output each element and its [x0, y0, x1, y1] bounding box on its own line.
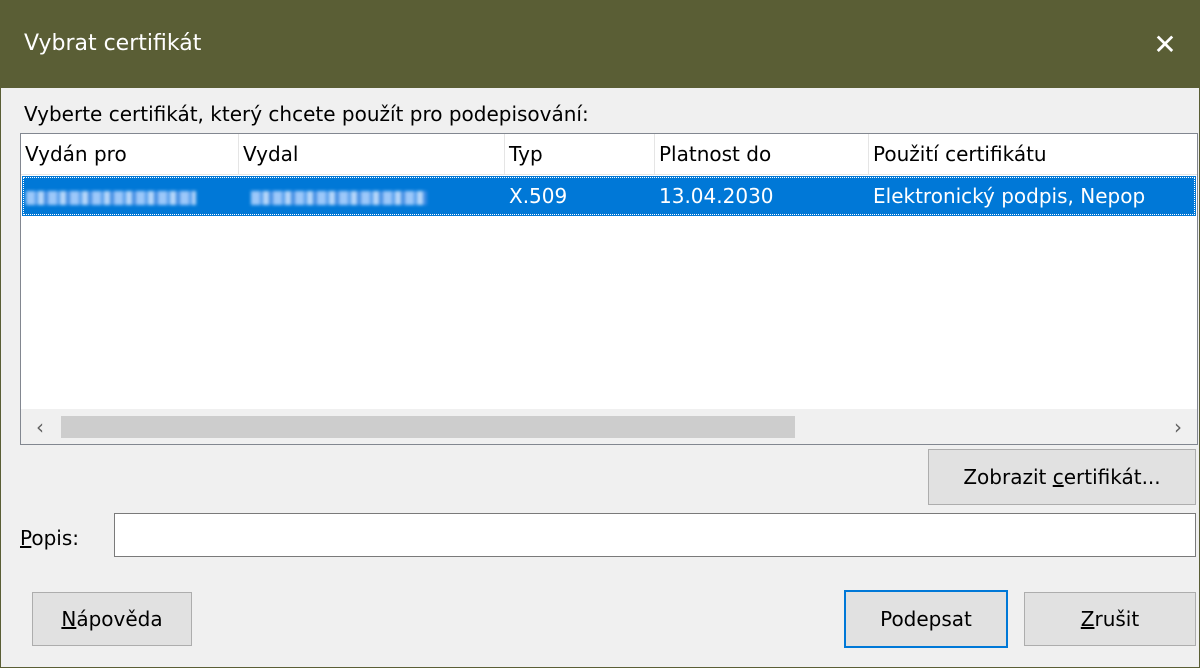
- close-button[interactable]: ✕: [1130, 0, 1200, 88]
- column-header-usage[interactable]: Použití certifikátu: [869, 134, 1197, 174]
- cell-issued-by: [239, 176, 505, 216]
- dialog-title: Vybrat certifikát: [24, 31, 202, 56]
- redacted-text: [251, 190, 427, 205]
- cell-issued-to: [22, 176, 240, 216]
- horizontal-scrollbar[interactable]: ‹ ›: [21, 409, 1197, 444]
- help-label: Nápověda: [61, 607, 163, 631]
- column-header-issued-by[interactable]: Vydal: [239, 134, 505, 174]
- scroll-left-button[interactable]: ‹: [23, 410, 57, 444]
- cell-valid-until: 13.04.2030: [659, 184, 774, 208]
- help-button[interactable]: Nápověda: [32, 592, 192, 646]
- scroll-right-button[interactable]: ›: [1161, 410, 1195, 444]
- chevron-right-icon: ›: [1174, 415, 1182, 439]
- column-header-valid-until[interactable]: Platnost do: [655, 134, 869, 174]
- description-label: Popis:: [20, 526, 80, 550]
- cancel-button[interactable]: Zrušit: [1024, 592, 1196, 646]
- sign-button[interactable]: Podepsat: [844, 590, 1008, 648]
- scroll-thumb[interactable]: [61, 416, 795, 438]
- view-certificate-button[interactable]: Zobrazit certifikát...: [928, 449, 1196, 505]
- cancel-label: Zrušit: [1080, 607, 1140, 631]
- cell-usage: Elektronický podpis, Nepop: [873, 184, 1146, 208]
- redacted-text: [26, 190, 196, 205]
- cell-type: X.509: [509, 184, 568, 208]
- close-icon: ✕: [1153, 27, 1177, 61]
- chevron-left-icon: ‹: [36, 415, 44, 439]
- list-header: Vydán pro Vydal Typ Platnost do Použití …: [21, 134, 1197, 175]
- column-header-issued-to[interactable]: Vydán pro: [21, 134, 239, 174]
- view-certificate-label: Zobrazit certifikát...: [963, 465, 1161, 489]
- column-header-type[interactable]: Typ: [505, 134, 655, 174]
- title-bar: Vybrat certifikát ✕: [0, 0, 1200, 88]
- instruction-text: Vyberte certifikát, který chcete použít …: [24, 102, 589, 126]
- certificate-row-selected[interactable]: X.509 13.04.2030 Elektronický podpis, Ne…: [22, 176, 1196, 216]
- certificate-list[interactable]: Vydán pro Vydal Typ Platnost do Použití …: [20, 133, 1198, 445]
- description-input[interactable]: [114, 513, 1196, 557]
